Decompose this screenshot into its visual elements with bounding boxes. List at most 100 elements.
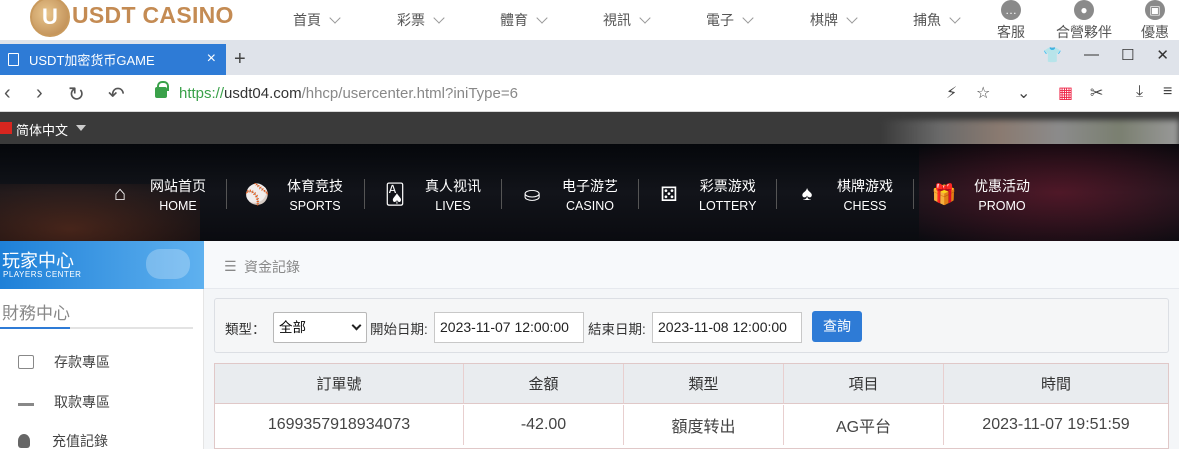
- logo-coin-icon: U: [30, 0, 70, 37]
- chevron-down-icon: [351, 320, 362, 331]
- browser-tab-active[interactable]: USDT加密货币GAME ×: [0, 44, 226, 75]
- url-host: usdt04.com: [224, 85, 302, 102]
- nav-item-partners[interactable]: ● 合營夥伴: [1056, 0, 1112, 42]
- players-center-banner: 玩家中心 PLAYERS CENTER: [0, 241, 204, 289]
- nav-label: 體育: [500, 12, 528, 28]
- chevron-down-icon[interactable]: ⌄: [1017, 83, 1030, 103]
- divider: [226, 179, 227, 209]
- cell-type: 額度转出: [624, 405, 784, 445]
- query-button[interactable]: 查詢: [812, 311, 862, 342]
- hero-label-zh: 彩票游戏: [699, 177, 756, 194]
- sidebar-item-withdraw[interactable]: 取款專區: [18, 392, 110, 412]
- sidebar-item-deposit[interactable]: 存款專區: [18, 352, 110, 372]
- site-logo[interactable]: U USDT CASINO: [30, 0, 234, 40]
- recharge-icon: [18, 434, 30, 448]
- forward-icon[interactable]: ›: [36, 82, 43, 105]
- scissors-icon[interactable]: ✂: [1090, 83, 1103, 103]
- china-flag-icon: [0, 122, 12, 134]
- cell-item: AG平台: [784, 405, 944, 445]
- minimize-button[interactable]: —: [1084, 46, 1099, 64]
- close-window-button[interactable]: ✕: [1156, 46, 1169, 64]
- sidebar-item-label: 充值記錄: [52, 433, 108, 449]
- nav-label: 合營夥伴: [1056, 24, 1112, 40]
- spade-icon: ♠: [801, 182, 813, 205]
- nav-item-home[interactable]: 首頁: [293, 10, 341, 30]
- nav-item-slots[interactable]: 電子: [706, 10, 754, 30]
- close-icon[interactable]: ×: [207, 50, 216, 68]
- hero-item-sports[interactable]: ⚾ 体育竞技 SPORTS: [245, 176, 343, 213]
- nav-item-sports[interactable]: 體育: [500, 10, 548, 30]
- url-scheme: https://: [179, 85, 225, 102]
- maximize-button[interactable]: ☐: [1121, 46, 1134, 64]
- chevron-down-icon: [433, 12, 445, 24]
- player-sidebar: 玩家中心 PLAYERS CENTER 財務中心 存款專區 取款專區 充值記錄: [0, 241, 204, 449]
- back-icon[interactable]: ‹: [4, 82, 11, 105]
- lock-icon: [155, 81, 169, 98]
- undo-icon[interactable]: ↶: [108, 82, 125, 107]
- nav-item-chess[interactable]: 棋牌: [810, 10, 858, 30]
- hero-label-zh: 优惠活动: [974, 177, 1030, 194]
- nav-label: 視訊: [603, 12, 631, 28]
- divider: [638, 179, 639, 209]
- cell-order-no: 1699357918934073: [215, 405, 464, 445]
- dice-icon: ⚄: [660, 183, 678, 206]
- reload-icon[interactable]: ↻: [68, 82, 85, 107]
- nav-item-fishing[interactable]: 捕魚: [913, 10, 961, 30]
- start-date-input[interactable]: 2023-11-07 12:00:00: [434, 312, 584, 343]
- apps-icon[interactable]: ▦: [1058, 83, 1073, 103]
- type-select-value: 全部: [279, 320, 306, 335]
- hamburger-icon[interactable]: ☰: [224, 258, 237, 275]
- main-category-nav: ⌂ 网站首页 HOME ⚾ 体育竞技 SPORTS 🂡 真人视讯 LIVES ⛀ 电子…: [0, 144, 1179, 241]
- chat-icon: …: [1001, 0, 1021, 20]
- nav-item-live[interactable]: 視訊: [603, 10, 651, 30]
- new-tab-button[interactable]: +: [234, 48, 246, 71]
- lightning-icon[interactable]: ⚡: [946, 83, 957, 103]
- hero-label-zh: 真人视讯: [425, 177, 481, 194]
- browser-tab-bar: USDT加密货币GAME × + 👕 — ☐ ✕: [0, 40, 1179, 75]
- nav-item-lottery[interactable]: 彩票: [397, 10, 445, 30]
- end-date-input[interactable]: 2023-11-08 12:00:00: [652, 312, 802, 343]
- skin-icon[interactable]: 👕: [1043, 46, 1062, 64]
- nav-label: 優惠: [1141, 24, 1169, 40]
- hero-item-promo[interactable]: 🎁 优惠活动 PROMO: [932, 176, 1030, 213]
- logo-text: USDT CASINO: [72, 1, 234, 28]
- hero-item-lottery[interactable]: ⚄ 彩票游戏 LOTTERY: [657, 176, 757, 213]
- sidebar-item-recharge-records[interactable]: 充值記錄: [18, 431, 108, 451]
- hero-item-casino[interactable]: ⛀ 电子游艺 CASINO: [520, 176, 618, 213]
- hero-item-chess[interactable]: ♠ 棋牌游戏 CHESS: [795, 176, 893, 213]
- cards-icon: 🂡: [384, 183, 406, 206]
- hero-label-en: LOTTERY: [699, 198, 757, 213]
- end-date-label: 結束日期:: [588, 322, 646, 337]
- hero-label-zh: 网站首页: [150, 177, 206, 194]
- nav-item-support[interactable]: … 客服: [997, 0, 1025, 42]
- hero-label-en: CASINO: [566, 198, 614, 213]
- caret-down-icon[interactable]: [76, 125, 86, 131]
- url-field[interactable]: https://usdt04.com/hhcp/usercenter.html?…: [179, 85, 518, 102]
- divider: [913, 179, 914, 209]
- start-date-label: 開始日期:: [370, 322, 428, 337]
- menu-icon[interactable]: ≡: [1163, 83, 1172, 101]
- nav-label: 電子: [706, 12, 734, 28]
- download-icon[interactable]: ⤓: [1136, 83, 1143, 101]
- nav-label: 彩票: [397, 12, 425, 28]
- gift-icon: ▣: [1145, 0, 1165, 20]
- hero-label-en: CHESS: [843, 198, 887, 213]
- section-underline: [0, 327, 193, 329]
- chevron-down-icon: [846, 12, 858, 24]
- slot-icon: ⛀: [523, 183, 541, 206]
- hero-item-home[interactable]: ⌂ 网站首页 HOME: [108, 176, 206, 213]
- language-selector[interactable]: 简体中文: [16, 120, 68, 139]
- type-select[interactable]: 全部: [273, 312, 367, 343]
- hero-item-lives[interactable]: 🂡 真人视讯 LIVES: [383, 176, 481, 213]
- chevron-down-icon: [536, 12, 548, 24]
- column-header-time: 時間: [944, 364, 1168, 404]
- column-header-type: 類型: [624, 364, 784, 404]
- nav-item-promo[interactable]: ▣ 優惠: [1141, 0, 1169, 42]
- nav-label: 首頁: [293, 12, 321, 28]
- star-icon[interactable]: ☆: [976, 83, 990, 103]
- hero-label-en: SPORTS: [289, 198, 341, 213]
- divider: [501, 179, 502, 209]
- site-top-nav: U USDT CASINO 首頁 彩票 體育 視訊 電子 棋牌 捕魚 … 客服 …: [0, 0, 1179, 40]
- chevron-down-icon: [949, 12, 961, 24]
- nav-label: 捕魚: [913, 12, 941, 28]
